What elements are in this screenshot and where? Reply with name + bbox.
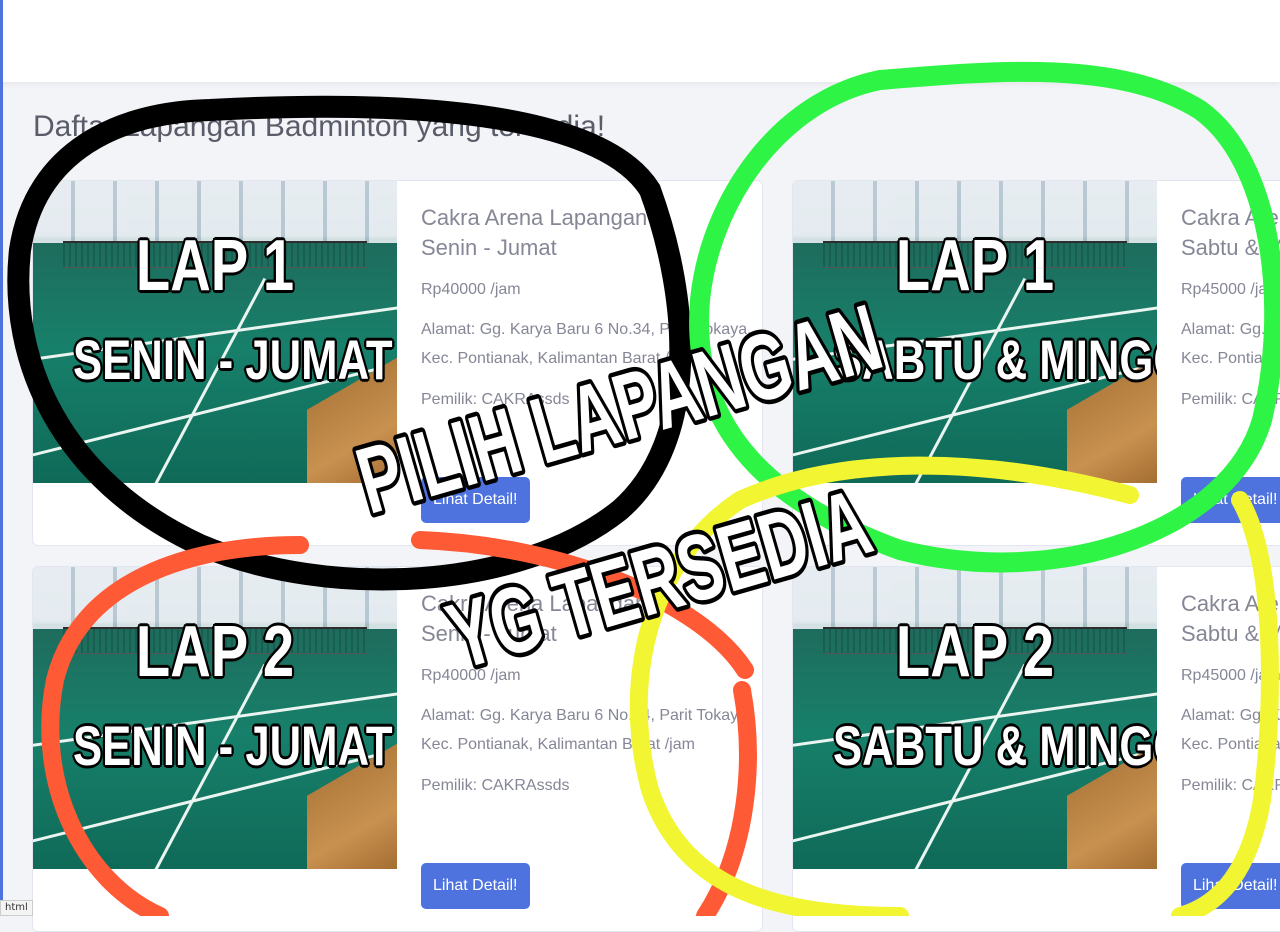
status-bar: html — [0, 900, 33, 916]
court-price: Rp45000 /jam — [1181, 667, 1280, 684]
court-image-days-text: SENIN - JUMAT — [73, 328, 393, 391]
page-title: Daftar Lapangan Badminton yang tersedia! — [33, 110, 606, 143]
court-schedule: Senin - Jumat — [421, 621, 557, 646]
court-card: LAP 1 SENIN - JUMAT Cakra Arena Lapangan… — [32, 180, 763, 546]
court-image: LAP 1 SENIN - JUMAT — [33, 181, 397, 483]
court-image-days-text: SABTU & MINGGU — [833, 714, 1157, 777]
court-image-lap-text: LAP 2 — [895, 612, 1055, 692]
court-schedule: Senin - Jumat — [421, 235, 557, 260]
court-address: Alamat: Gg. Karya Baru 6 No.34, Parit To… — [421, 707, 752, 753]
court-address: Alamat: Gg. Karya Baru 6 No.34, Parit To… — [421, 321, 752, 367]
court-card: LAP 2 SENIN - JUMAT Cakra Arena Lapangan… — [32, 566, 763, 932]
court-card: LAP 2 SABTU & MINGGU Cakra Arena Lapanga… — [792, 566, 1280, 932]
court-schedule: Sabtu & Minggu — [1181, 621, 1280, 646]
court-owner: Pemilik: CAKRAssds — [421, 777, 570, 794]
court-price: Rp40000 /jam — [421, 667, 521, 684]
court-image-lap-text: LAP 1 — [135, 226, 295, 306]
court-schedule: Sabtu & Minggu — [1181, 235, 1280, 260]
court-address: Alamat: Gg. Karya Baru 6 No.34, Parit To… — [1181, 707, 1280, 753]
court-price: Rp40000 /jam — [421, 281, 521, 298]
detail-button[interactable]: Lihat Detail! — [421, 477, 530, 523]
court-image: LAP 2 SABTU & MINGGU — [793, 567, 1157, 869]
court-title: Cakra Arena Lapangan 1 — [421, 205, 666, 230]
court-title: Cakra Arena Lapangan 2 — [421, 591, 666, 616]
court-image-lap-text: LAP 1 — [895, 226, 1055, 306]
court-owner: Pemilik: CAKRAssds — [1181, 777, 1280, 794]
court-owner: Pemilik: CAKRAssds — [421, 391, 570, 408]
court-image-days-text: SENIN - JUMAT — [73, 714, 393, 777]
sidebar-edge — [0, 82, 3, 916]
court-title: Cakra Arena Lapangan 2 — [1181, 591, 1280, 616]
court-image: LAP 2 SENIN - JUMAT — [33, 567, 397, 869]
detail-button[interactable]: Lihat Detail! — [421, 863, 530, 909]
court-title: Cakra Arena Lapangan 1 — [1181, 205, 1280, 230]
detail-button[interactable]: Lihat Detail! — [1181, 863, 1280, 909]
detail-button[interactable]: Lihat Detail! — [1181, 477, 1280, 523]
court-image: LAP 1 SABTU & MINGGU — [793, 181, 1157, 483]
court-image-lap-text: LAP 2 — [135, 612, 295, 692]
court-owner: Pemilik: CAKRAssds — [1181, 391, 1280, 408]
court-address: Alamat: Gg. Karya Baru 6 No.34, Parit To… — [1181, 321, 1280, 367]
court-image-days-text: SABTU & MINGGU — [833, 328, 1157, 391]
topbar — [0, 0, 1280, 82]
court-card: LAP 1 SABTU & MINGGU Cakra Arena Lapanga… — [792, 180, 1280, 546]
court-price: Rp45000 /jam — [1181, 281, 1280, 298]
